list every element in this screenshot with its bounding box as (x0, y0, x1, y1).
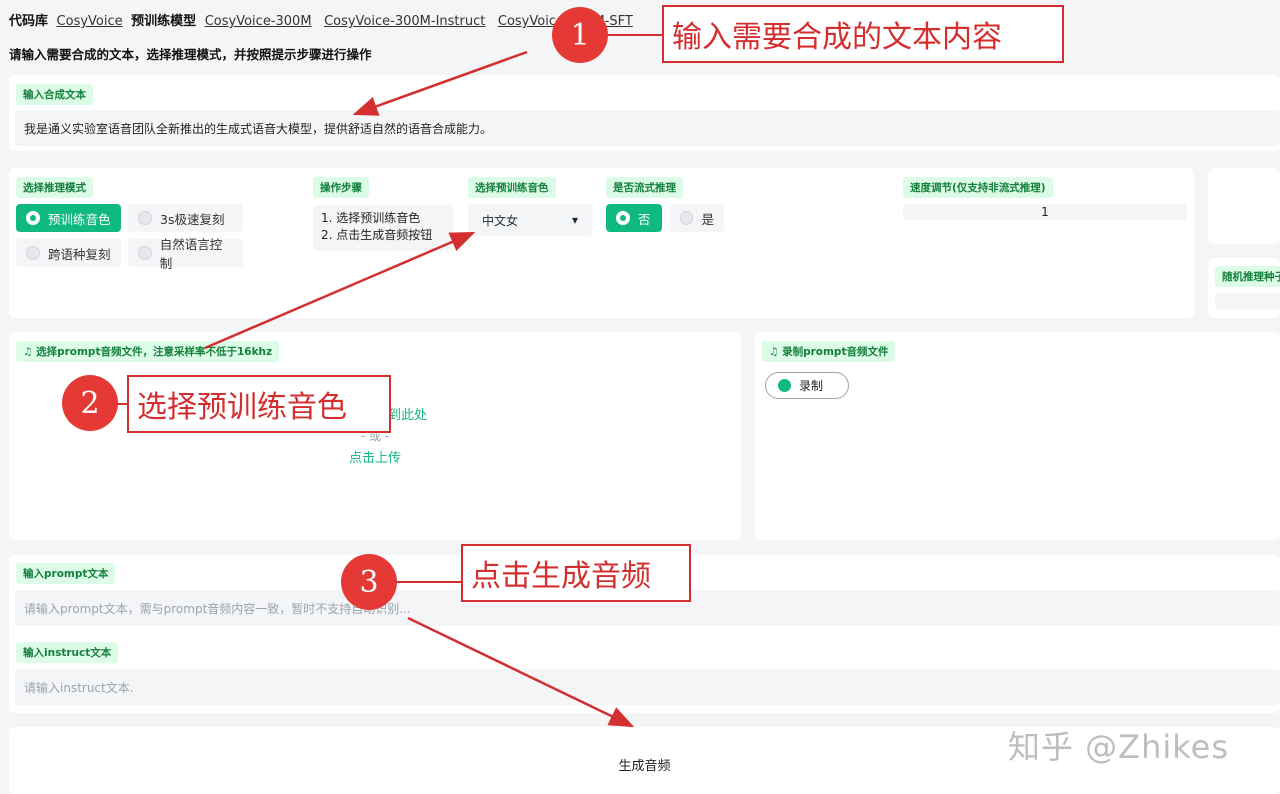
annotation-2-box: 选择预训练音色 (127, 375, 391, 433)
annotation-3-circle: 3 (341, 554, 397, 610)
annotation-1-connector (608, 34, 664, 36)
arrow-2 (204, 231, 476, 350)
annotation-3-connector (396, 581, 463, 583)
arrow-3 (407, 616, 635, 728)
annotation-3-box: 点击生成音频 (461, 544, 691, 602)
watermark: 知乎 @Zhikes (1008, 728, 1230, 766)
annotation-2-circle: 2 (62, 375, 118, 431)
annotation-1-circle: 1 (552, 7, 608, 63)
arrow-1 (352, 50, 528, 116)
annotation-1-box: 输入需要合成的文本内容 (662, 5, 1064, 63)
